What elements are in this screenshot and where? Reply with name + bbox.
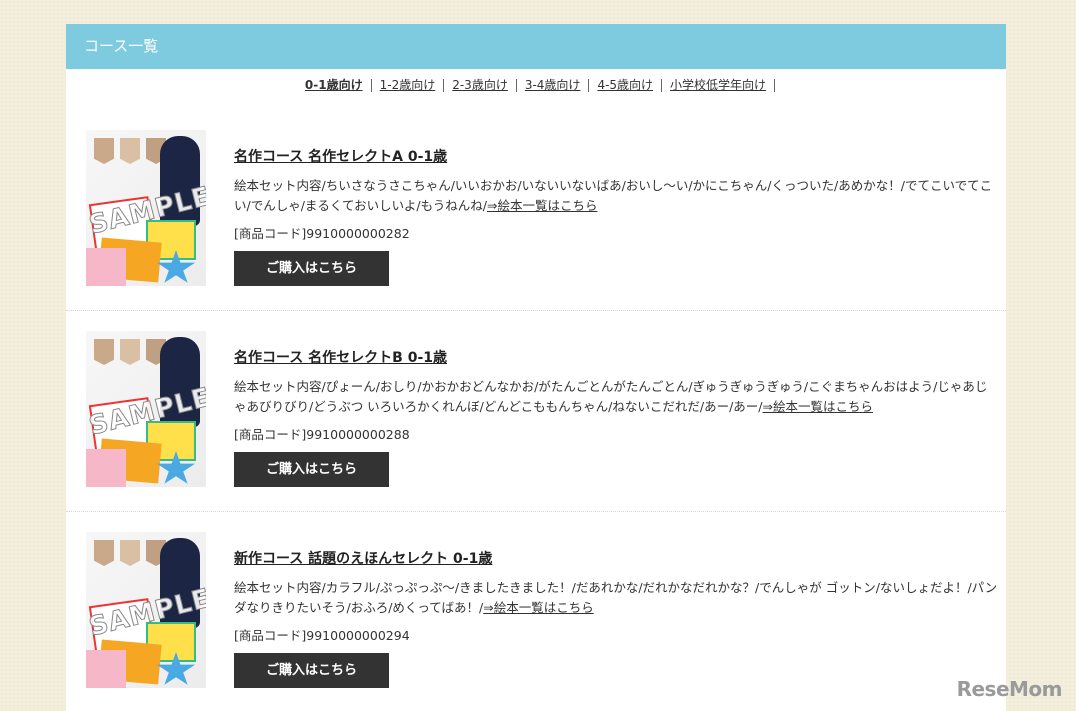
purchase-button[interactable]: ご購入はこちら <box>234 251 389 286</box>
course-thumbnail[interactable]: SAMPLE <box>86 331 206 487</box>
course-thumbnail[interactable]: SAMPLE <box>86 532 206 688</box>
book-list-link[interactable]: ⇒絵本一覧はこちら <box>483 600 593 615</box>
course-description: 絵本セット内容/ちいさなうさこちゃん/いいおかお/いないいないばあ/おいし～い/… <box>234 176 999 216</box>
course-item: SAMPLE 名作コース 名作セレクトA 0-1歳 絵本セット内容/ちいさなうさ… <box>66 110 1006 311</box>
tab-age-1-2[interactable]: 1-2歳向け <box>372 79 445 92</box>
purchase-button[interactable]: ご購入はこちら <box>234 653 389 688</box>
panel-title: コース一覧 <box>66 24 1006 69</box>
book-list-text: 絵本セット内容/カラフル/ぷっぷっぷ～/きましたきました！/だあれかな/だれかな… <box>234 580 998 615</box>
product-code: [商品コード]9910000000282 <box>234 226 410 241</box>
course-title-link[interactable]: 名作コース 名作セレクトA 0-1歳 <box>234 146 447 166</box>
course-item: SAMPLE 新作コース 話題のえほんセレクト 0-1歳 絵本セット内容/カラフ… <box>66 512 1006 711</box>
tab-age-4-5[interactable]: 4-5歳向け <box>589 79 663 92</box>
course-thumbnail[interactable]: SAMPLE <box>86 130 206 286</box>
book-list-text: 絵本セット内容/ぴょーん/おしり/かおかおどんなかお/がたんごとんがたんごとん/… <box>234 379 988 414</box>
tab-age-2-3[interactable]: 2-3歳向け <box>444 79 517 92</box>
course-title-link[interactable]: 名作コース 名作セレクトB 0-1歳 <box>234 347 447 367</box>
course-title-link[interactable]: 新作コース 話題のえほんセレクト 0-1歳 <box>234 548 492 568</box>
course-description: 絵本セット内容/ぴょーん/おしり/かおかおどんなかお/がたんごとんがたんごとん/… <box>234 377 999 417</box>
course-list-panel: コース一覧 0-1歳向け 1-2歳向け 2-3歳向け 3-4歳向け 4-5歳向け… <box>66 24 1006 711</box>
book-list-link[interactable]: ⇒絵本一覧はこちら <box>763 399 873 414</box>
tab-age-elementary[interactable]: 小学校低学年向け <box>662 79 776 92</box>
tab-age-0-1[interactable]: 0-1歳向け <box>297 79 372 92</box>
tab-age-3-4[interactable]: 3-4歳向け <box>517 79 590 92</box>
course-item: SAMPLE 名作コース 名作セレクトB 0-1歳 絵本セット内容/ぴょーん/お… <box>66 311 1006 512</box>
resemom-logo: ReseMom <box>956 677 1063 701</box>
purchase-button[interactable]: ご購入はこちら <box>234 452 389 487</box>
book-list-text: 絵本セット内容/ちいさなうさこちゃん/いいおかお/いないいないばあ/おいし～い/… <box>234 178 993 213</box>
course-description: 絵本セット内容/カラフル/ぷっぷっぷ～/きましたきました！/だあれかな/だれかな… <box>234 578 999 618</box>
age-tabs: 0-1歳向け 1-2歳向け 2-3歳向け 3-4歳向け 4-5歳向け 小学校低学… <box>66 69 1006 102</box>
product-code: [商品コード]9910000000288 <box>234 427 410 442</box>
book-list-link[interactable]: ⇒絵本一覧はこちら <box>487 198 597 213</box>
product-code: [商品コード]9910000000294 <box>234 628 410 643</box>
